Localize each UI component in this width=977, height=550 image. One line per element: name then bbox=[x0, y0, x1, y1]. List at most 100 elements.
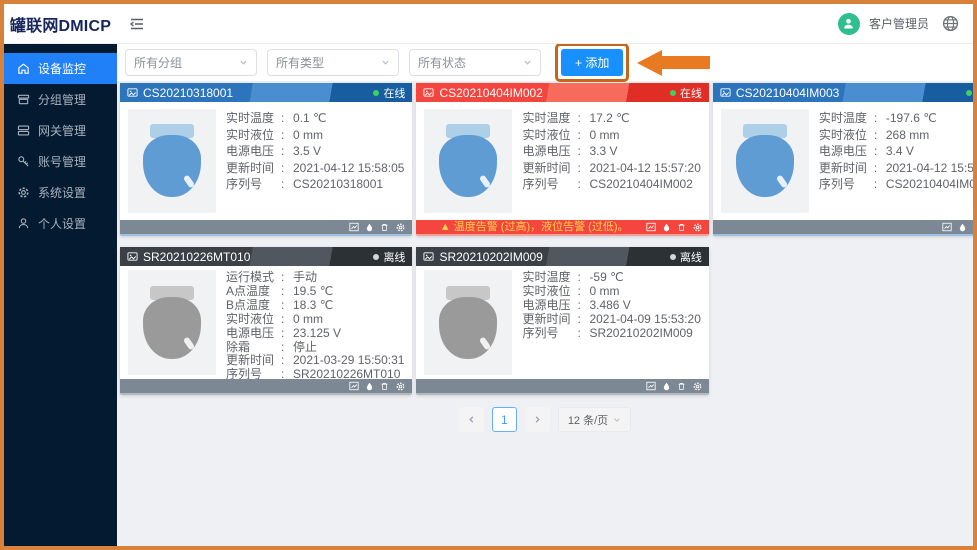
status-label: 离线 bbox=[383, 249, 405, 265]
user-name[interactable]: 客户管理员 bbox=[869, 15, 929, 32]
status-badge: 在线 bbox=[373, 85, 405, 101]
status-filter-select[interactable]: 所有状态 bbox=[409, 49, 541, 76]
card-footer bbox=[120, 220, 412, 234]
card-actions bbox=[646, 381, 703, 392]
card-actions bbox=[349, 222, 406, 233]
chart-icon[interactable] bbox=[646, 381, 656, 391]
field-row: 序列号:CS20210404IM003 bbox=[819, 176, 973, 193]
language-globe-icon[interactable] bbox=[942, 15, 959, 32]
gear-icon[interactable] bbox=[395, 381, 406, 392]
field-row: 电源电压:23.125 V bbox=[226, 327, 404, 341]
drop-icon[interactable] bbox=[662, 223, 671, 232]
device-id: CS20210318001 bbox=[143, 86, 233, 100]
sidebar-item-gateway[interactable]: 网关管理 bbox=[4, 115, 117, 146]
system-icon bbox=[17, 186, 30, 199]
annotation-pointer-arrow bbox=[637, 50, 710, 76]
field-row: 序列号:SR20210202IM009 bbox=[522, 327, 700, 341]
add-device-button[interactable]: + 添加 bbox=[561, 49, 623, 76]
trash-icon[interactable] bbox=[677, 382, 686, 391]
chart-icon[interactable] bbox=[349, 381, 359, 391]
device-card[interactable]: SR20210202IM009 离线 实时温度:-59 ℃实时液位:0 mm电源… bbox=[416, 247, 708, 395]
field-row: 运行模式:手动 bbox=[226, 271, 404, 285]
drop-icon[interactable] bbox=[365, 382, 374, 391]
status-dot bbox=[966, 90, 972, 96]
status-label: 离线 bbox=[680, 249, 702, 265]
sidebar-item-account[interactable]: 账号管理 bbox=[4, 146, 117, 177]
field-row: 更新时间:2021-04-12 15:58:03 bbox=[819, 160, 973, 177]
chart-icon[interactable] bbox=[349, 222, 359, 232]
drop-icon[interactable] bbox=[958, 223, 967, 232]
status-dot bbox=[373, 254, 379, 260]
status-badge: 在线 bbox=[966, 85, 973, 101]
chevron-down-icon bbox=[381, 58, 390, 67]
sidebar-item-label: 个人设置 bbox=[38, 215, 86, 232]
sidebar-item-group[interactable]: 分组管理 bbox=[4, 84, 117, 115]
user-avatar[interactable] bbox=[838, 13, 860, 35]
gear-icon[interactable] bbox=[395, 222, 406, 233]
status-dot bbox=[670, 254, 676, 260]
sidebar-item-system[interactable]: 系统设置 bbox=[4, 177, 117, 208]
card-header: CS20210404IM003 在线 bbox=[713, 83, 973, 102]
sidebar-item-label: 账号管理 bbox=[38, 153, 86, 170]
device-fields: 实时温度:0.1 ℃实时液位:0 mm电源电压:3.5 V更新时间:2021-0… bbox=[226, 109, 404, 213]
card-header: SR20210202IM009 离线 bbox=[416, 247, 708, 266]
field-row: 实时温度:0.1 ℃ bbox=[226, 110, 404, 127]
field-row: 电源电压:3.3 V bbox=[522, 143, 700, 160]
drop-icon[interactable] bbox=[365, 223, 374, 232]
page-size-select[interactable]: 12 条/页 bbox=[558, 407, 631, 432]
chart-icon[interactable] bbox=[646, 222, 656, 232]
app-window: 罐联网DMICP 客户管理员 设备监控分组管理网关管理账号管理系统设置个人设置 … bbox=[0, 0, 977, 550]
card-header: SR20210226MT010 离线 bbox=[120, 247, 412, 266]
field-row: 实时温度:17.2 ℃ bbox=[522, 110, 700, 127]
group-icon bbox=[17, 93, 30, 106]
trash-icon[interactable] bbox=[677, 223, 686, 232]
gear-icon[interactable] bbox=[692, 222, 703, 233]
type-filter-select[interactable]: 所有类型 bbox=[267, 49, 399, 76]
tank-image bbox=[721, 109, 809, 213]
chevron-left-icon bbox=[467, 415, 476, 424]
card-body: 实时温度:17.2 ℃实时液位:0 mm电源电压:3.3 V更新时间:2021-… bbox=[416, 102, 708, 220]
account-icon bbox=[17, 155, 30, 168]
device-fields: 实时温度:17.2 ℃实时液位:0 mm电源电压:3.3 V更新时间:2021-… bbox=[522, 109, 700, 213]
device-image-icon bbox=[720, 87, 731, 98]
personal-icon bbox=[17, 217, 30, 230]
gear-icon[interactable] bbox=[692, 381, 703, 392]
sidebar-item-monitor[interactable]: 设备监控 bbox=[4, 53, 117, 84]
chevron-down-icon bbox=[239, 58, 248, 67]
group-filter-select[interactable]: 所有分组 bbox=[125, 49, 257, 76]
pagination: 1 12 条/页 bbox=[117, 407, 973, 432]
next-page-button[interactable] bbox=[525, 407, 550, 432]
device-image-icon bbox=[127, 87, 138, 98]
device-fields: 实时温度:-197.6 ℃实时液位:268 mm电源电压:3.4 V更新时间:2… bbox=[819, 109, 973, 213]
card-footer bbox=[416, 379, 708, 393]
trash-icon[interactable] bbox=[380, 223, 389, 232]
card-actions bbox=[646, 222, 703, 233]
field-row: 电源电压:3.4 V bbox=[819, 143, 973, 160]
device-card[interactable]: CS20210404IM002 在线 实时温度:17.2 ℃实时液位:0 mm电… bbox=[416, 83, 708, 236]
chevron-down-icon bbox=[523, 58, 532, 67]
card-body: 运行模式:手动A点温度:19.5 ℃B点温度:18.3 ℃实时液位:0 mm电源… bbox=[120, 266, 412, 379]
card-body: 实时温度:-59 ℃实时液位:0 mm电源电压:3.486 V更新时间:2021… bbox=[416, 266, 708, 379]
page-number-1[interactable]: 1 bbox=[492, 407, 517, 432]
device-card[interactable]: SR20210226MT010 离线 运行模式:手动A点温度:19.5 ℃B点温… bbox=[120, 247, 412, 395]
device-card[interactable]: CS20210404IM003 在线 实时温度:-197.6 ℃实时液位:268… bbox=[713, 83, 973, 236]
drop-icon[interactable] bbox=[662, 382, 671, 391]
status-label: 在线 bbox=[383, 85, 405, 101]
chevron-down-icon bbox=[613, 416, 621, 424]
tank-image bbox=[424, 270, 512, 375]
app-logo: 罐联网DMICP bbox=[4, 12, 117, 36]
device-card[interactable]: CS20210318001 在线 实时温度:0.1 ℃实时液位:0 mm电源电压… bbox=[120, 83, 412, 236]
prev-page-button[interactable] bbox=[459, 407, 484, 432]
card-actions bbox=[349, 381, 406, 392]
card-body: 实时温度:-197.6 ℃实时液位:268 mm电源电压:3.4 V更新时间:2… bbox=[713, 102, 973, 220]
sidebar-item-personal[interactable]: 个人设置 bbox=[4, 208, 117, 239]
card-header: CS20210404IM002 在线 bbox=[416, 83, 708, 102]
trash-icon[interactable] bbox=[380, 382, 389, 391]
tank-image bbox=[128, 109, 216, 213]
field-row: 电源电压:3.5 V bbox=[226, 143, 404, 160]
field-row: 实时液位:0 mm bbox=[226, 127, 404, 144]
sidebar-collapse-icon[interactable] bbox=[129, 16, 145, 32]
filter-bar: 所有分组 所有类型 所有状态 + 添加 bbox=[117, 44, 973, 81]
field-row: 序列号:CS20210318001 bbox=[226, 176, 404, 193]
chart-icon[interactable] bbox=[942, 222, 952, 232]
